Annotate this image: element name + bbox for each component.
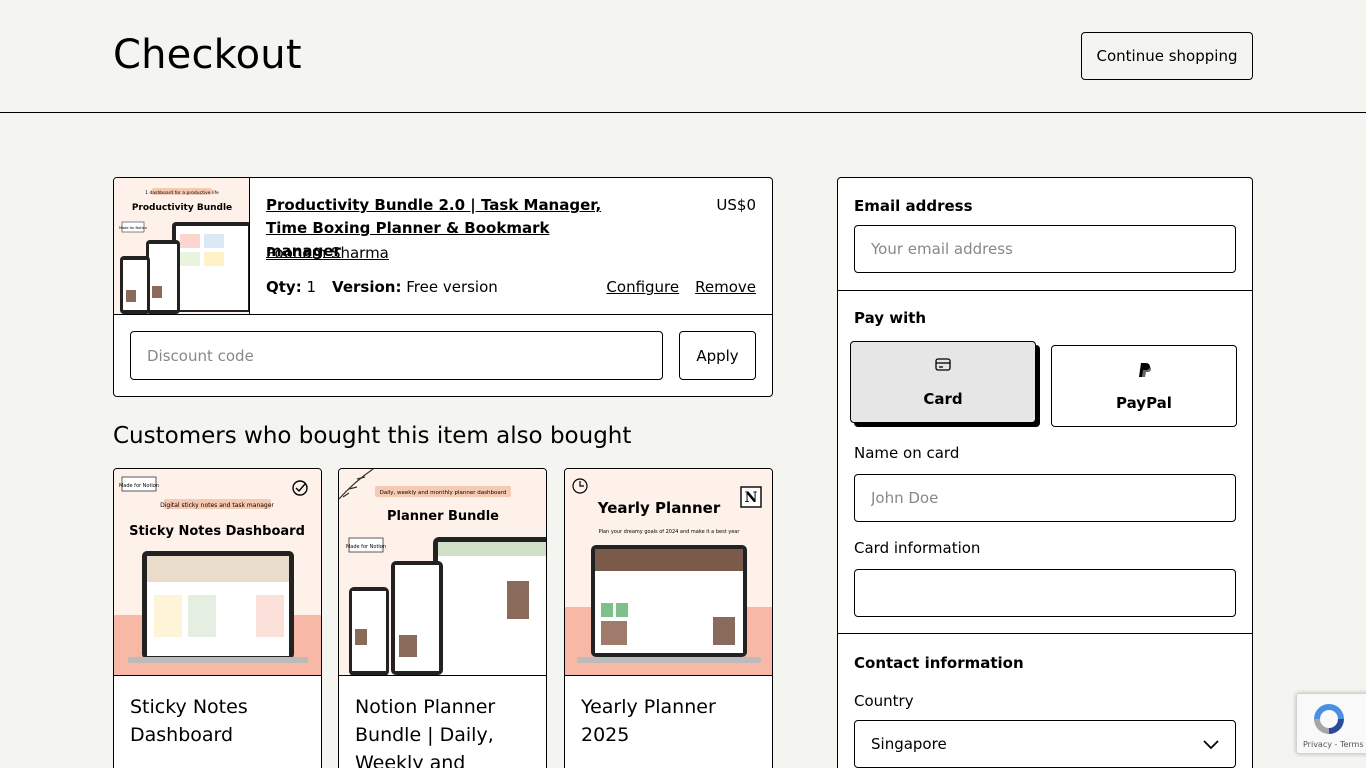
- version-label: Version:: [332, 278, 402, 296]
- cart: 1 dashboard for a productive life Produc…: [113, 177, 773, 397]
- recaptcha-badge[interactable]: Privacy - Terms: [1296, 693, 1366, 754]
- thumb-heading: Productivity Bundle: [132, 203, 232, 213]
- page-title: Checkout: [113, 32, 302, 78]
- recommendation-card[interactable]: Daily, weekly and monthly planner dashbo…: [338, 468, 547, 768]
- item-actions: Configure Remove: [606, 278, 756, 296]
- version-value: Free version: [406, 278, 498, 296]
- payment-section: Pay with Card PayPal Name on card Card i…: [838, 291, 1252, 634]
- name-on-card-input[interactable]: [854, 474, 1236, 522]
- contact-section: Contact information Country Singapore: [838, 634, 1252, 768]
- item-meta: Qty: 1 Version: Free version: [266, 278, 498, 296]
- country-label: Country: [854, 692, 914, 710]
- thumb-badge: Made for Notion: [119, 226, 147, 230]
- paypal-icon: [1139, 363, 1151, 377]
- credit-card-icon: [935, 358, 951, 371]
- rec-heading: Planner Bundle: [387, 509, 499, 524]
- name-on-card-label: Name on card: [854, 444, 960, 462]
- page-header: Checkout Continue shopping: [0, 0, 1366, 113]
- country-select[interactable]: Singapore: [854, 720, 1236, 768]
- recommendation-image: Daily, weekly and monthly planner dashbo…: [339, 469, 546, 676]
- recaptcha-links[interactable]: Privacy - Terms: [1303, 740, 1364, 749]
- rec-badge: Made for Notion: [119, 483, 159, 489]
- paypal-payment-option[interactable]: PayPal: [1051, 345, 1237, 427]
- discount-code-input[interactable]: [130, 331, 663, 380]
- recommendation-card[interactable]: Made for Notion Digital sticky notes and…: [113, 468, 322, 768]
- item-price: US$0: [716, 196, 756, 214]
- chevron-down-icon: [1203, 740, 1219, 750]
- configure-link[interactable]: Configure: [606, 278, 679, 296]
- contact-information-label: Contact information: [854, 654, 1024, 672]
- qty-info: Qty: 1: [266, 278, 316, 296]
- recommendation-title[interactable]: Notion Planner Bundle | Daily, Weekly an…: [355, 693, 535, 768]
- country-value: Singapore: [871, 735, 947, 753]
- recaptcha-icon: [1314, 704, 1344, 734]
- email-input[interactable]: [854, 225, 1236, 273]
- version-info: Version: Free version: [332, 278, 498, 296]
- seller-link[interactable]: Poonam Sharma: [266, 244, 389, 262]
- recommendation-image: Made for Notion Digital sticky notes and…: [114, 469, 321, 676]
- continue-shopping-button[interactable]: Continue shopping: [1081, 32, 1253, 80]
- rec-heading: Sticky Notes Dashboard: [129, 524, 305, 539]
- rec-tagline: Daily, weekly and monthly planner dashbo…: [380, 490, 507, 496]
- remove-link[interactable]: Remove: [695, 278, 756, 296]
- rec-tagline: Plan your dreamy goals of 2024 and make …: [599, 529, 741, 535]
- recommendation-card[interactable]: N Yearly Planner Plan your dreamy goals …: [564, 468, 773, 768]
- card-option-label: Card: [923, 390, 963, 408]
- qty-label: Qty:: [266, 278, 302, 296]
- thumb-tagline: 1 dashboard for a productive life: [145, 190, 219, 196]
- card-information-input[interactable]: [854, 569, 1236, 617]
- pay-with-label: Pay with: [854, 309, 927, 327]
- product-thumbnail[interactable]: 1 dashboard for a productive life Produc…: [114, 178, 250, 314]
- cart-item: 1 dashboard for a productive life Produc…: [114, 178, 772, 315]
- card-information-label: Card information: [854, 539, 981, 557]
- qty-value: 1: [306, 278, 317, 296]
- email-label: Email address: [854, 197, 973, 215]
- recommendation-image: N Yearly Planner Plan your dreamy goals …: [565, 469, 772, 676]
- recommendation-title[interactable]: Yearly Planner 2025: [581, 693, 761, 749]
- recommendations-heading: Customers who bought this item also boug…: [113, 423, 632, 449]
- recommendation-title[interactable]: Sticky Notes Dashboard: [130, 693, 310, 749]
- paypal-option-label: PayPal: [1116, 394, 1172, 412]
- rec-tagline: Digital sticky notes and task manager: [160, 502, 274, 509]
- email-section: Email address: [838, 178, 1252, 291]
- notion-logo-icon: N: [745, 490, 758, 506]
- rec-heading: Yearly Planner: [597, 499, 721, 517]
- checkout-panel: Email address Pay with Card PayPal Name …: [837, 177, 1253, 768]
- apply-discount-button[interactable]: Apply: [679, 331, 756, 380]
- card-payment-option[interactable]: Card: [850, 341, 1036, 423]
- rec-badge: Made for Notion: [346, 544, 386, 550]
